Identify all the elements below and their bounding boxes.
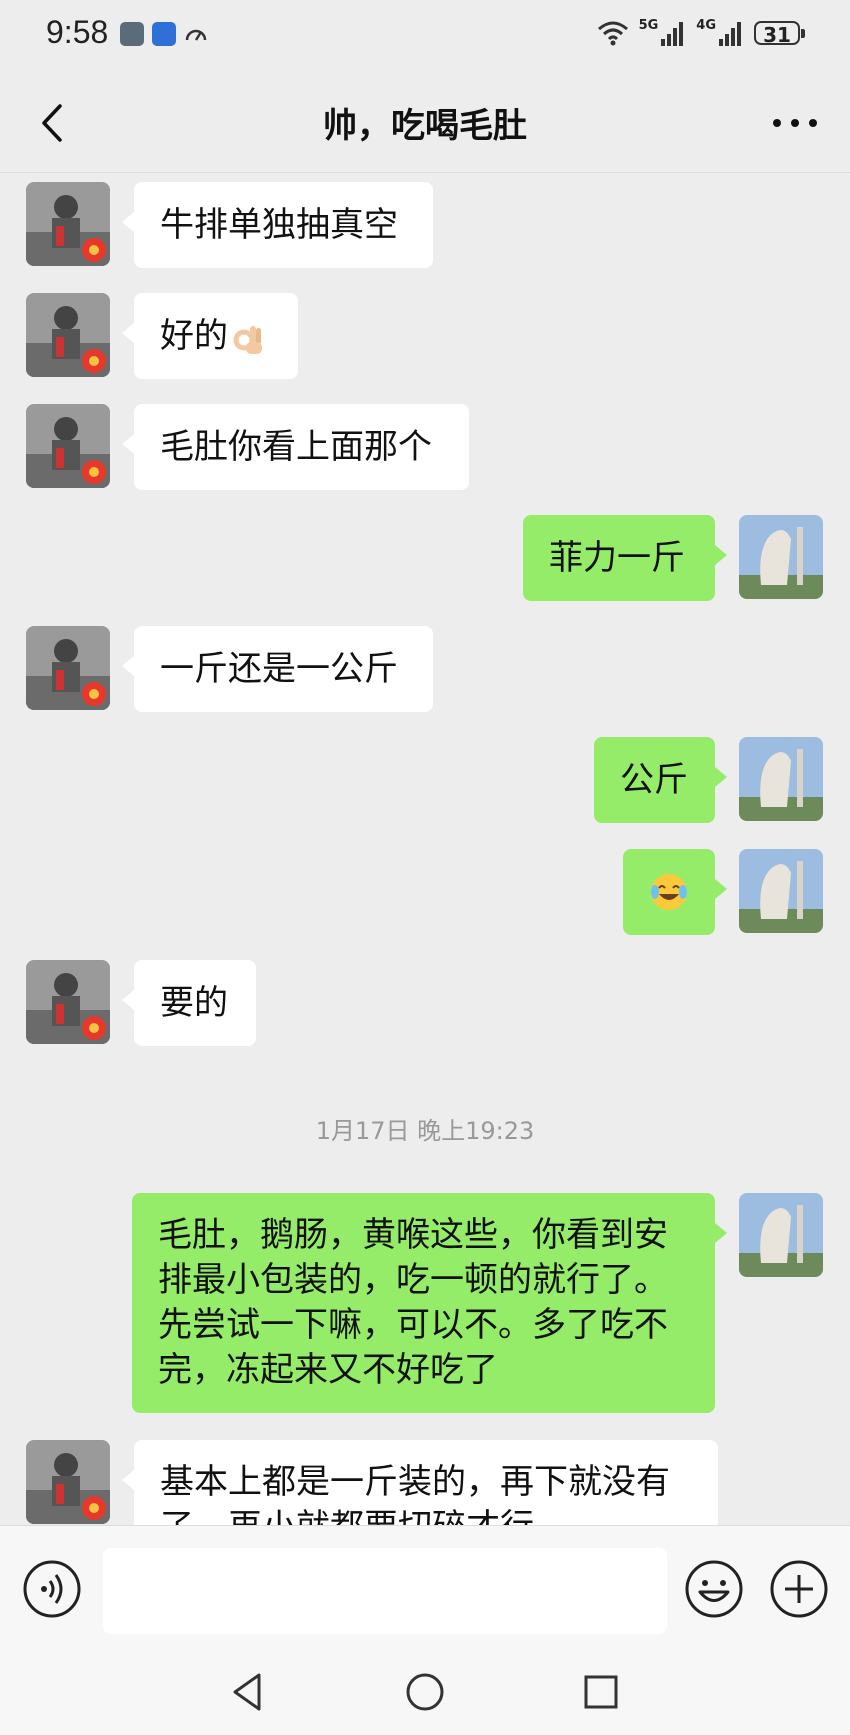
- message-text: 菲力一斤: [549, 538, 685, 578]
- message-item: 牛排单独抽真空: [0, 182, 850, 272]
- message-item: 毛肚你看上面那个: [0, 404, 850, 494]
- recents-square-icon[interactable]: [578, 1669, 624, 1715]
- signal-4g: 4G: [696, 18, 744, 47]
- home-circle-icon[interactable]: [402, 1669, 448, 1715]
- message-item: 公斤: [0, 737, 850, 827]
- wifi-icon: [597, 21, 628, 45]
- status-right: 5G 4G 31: [597, 18, 805, 47]
- chat-title: 帅，吃喝毛肚: [323, 106, 527, 146]
- app-notification-icon: [120, 22, 144, 46]
- message-item: 一斤还是一公斤: [0, 626, 850, 716]
- self-avatar[interactable]: [739, 737, 823, 821]
- voice-input-icon[interactable]: [22, 1559, 82, 1619]
- message-text: 毛肚你看上面那个: [160, 427, 432, 467]
- message-bubble[interactable]: 牛排单独抽真空: [122, 182, 433, 268]
- more-options-icon[interactable]: [768, 98, 822, 148]
- signal-5g: 5G: [639, 18, 687, 47]
- message-list[interactable]: 牛排单独抽真空 好的 毛肚你看上面那个 菲力一斤 一斤还是一公斤 公斤 要的 1…: [0, 173, 850, 1525]
- contact-avatar[interactable]: [26, 293, 110, 377]
- message-bubble[interactable]: 好的: [122, 293, 298, 379]
- message-bubble[interactable]: 毛肚，鹅肠，黄喉这些，你看到安排最小包装的，吃一顿的就行了。先尝试一下嘛，可以不…: [132, 1193, 727, 1413]
- speed-gauge-icon: [185, 29, 207, 41]
- message-text: 好的: [160, 316, 228, 356]
- message-input[interactable]: [103, 1548, 667, 1634]
- battery-indicator: 31: [754, 20, 805, 47]
- status-bar: 9:58 5G 4G 31: [0, 0, 850, 72]
- message-bubble[interactable]: 一斤还是一公斤: [122, 626, 433, 712]
- emoji-icon[interactable]: [684, 1559, 744, 1619]
- message-bubble[interactable]: 要的: [122, 960, 256, 1046]
- message-text: 基本上都是一斤装的，再下就没有了，再小就都要切碎才行: [160, 1462, 670, 1525]
- ok-hand-emoji-icon: [233, 325, 262, 354]
- app-notification-icon: [152, 22, 176, 46]
- signal-bars-icon: [661, 22, 684, 46]
- message-bubble[interactable]: [623, 849, 727, 935]
- system-navigation-bar: [0, 1651, 850, 1735]
- message-text: 毛肚，鹅肠，黄喉这些，你看到安排最小包装的，吃一顿的就行了。先尝试一下嘛，可以不…: [158, 1215, 668, 1390]
- signal-bars-icon: [719, 22, 741, 46]
- chat-timestamp: 1月17日 晚上19:23: [315, 1117, 535, 1145]
- signal-label-5g: 5G: [638, 18, 659, 33]
- back-triangle-icon[interactable]: [225, 1669, 271, 1715]
- message-item: [0, 849, 850, 939]
- message-text: 公斤: [620, 760, 688, 800]
- message-text: 要的: [160, 983, 228, 1023]
- message-bubble[interactable]: 毛肚你看上面那个: [122, 404, 469, 490]
- message-bubble[interactable]: 基本上都是一斤装的，再下就没有了，再小就都要切碎才行: [122, 1440, 718, 1525]
- contact-avatar[interactable]: [26, 1440, 110, 1524]
- laughing-crying-emoji-icon: [651, 874, 687, 910]
- contact-avatar[interactable]: [26, 960, 110, 1044]
- status-time: 9:58: [46, 14, 109, 50]
- chat-header: 帅，吃喝毛肚: [0, 72, 850, 173]
- message-text: 一斤还是一公斤: [160, 649, 398, 689]
- self-avatar[interactable]: [739, 515, 823, 599]
- contact-avatar[interactable]: [26, 404, 110, 488]
- input-bar: [0, 1525, 850, 1652]
- message-item: 要的: [0, 960, 850, 1050]
- signal-label-4g: 4G: [696, 18, 716, 33]
- message-bubble[interactable]: 公斤: [594, 737, 727, 823]
- message-item: 好的: [0, 293, 850, 383]
- contact-avatar[interactable]: [26, 626, 110, 710]
- message-text: 牛排单独抽真空: [160, 205, 398, 245]
- contact-avatar[interactable]: [26, 182, 110, 266]
- message-item: 菲力一斤: [0, 515, 850, 605]
- message-item: 基本上都是一斤装的，再下就没有了，再小就都要切碎才行: [0, 1440, 850, 1525]
- plus-icon[interactable]: [769, 1559, 829, 1619]
- self-avatar[interactable]: [739, 849, 823, 933]
- message-bubble[interactable]: 菲力一斤: [523, 515, 727, 601]
- self-avatar[interactable]: [739, 1193, 823, 1277]
- message-item: 毛肚，鹅肠，黄喉这些，你看到安排最小包装的，吃一顿的就行了。先尝试一下嘛，可以不…: [0, 1193, 850, 1415]
